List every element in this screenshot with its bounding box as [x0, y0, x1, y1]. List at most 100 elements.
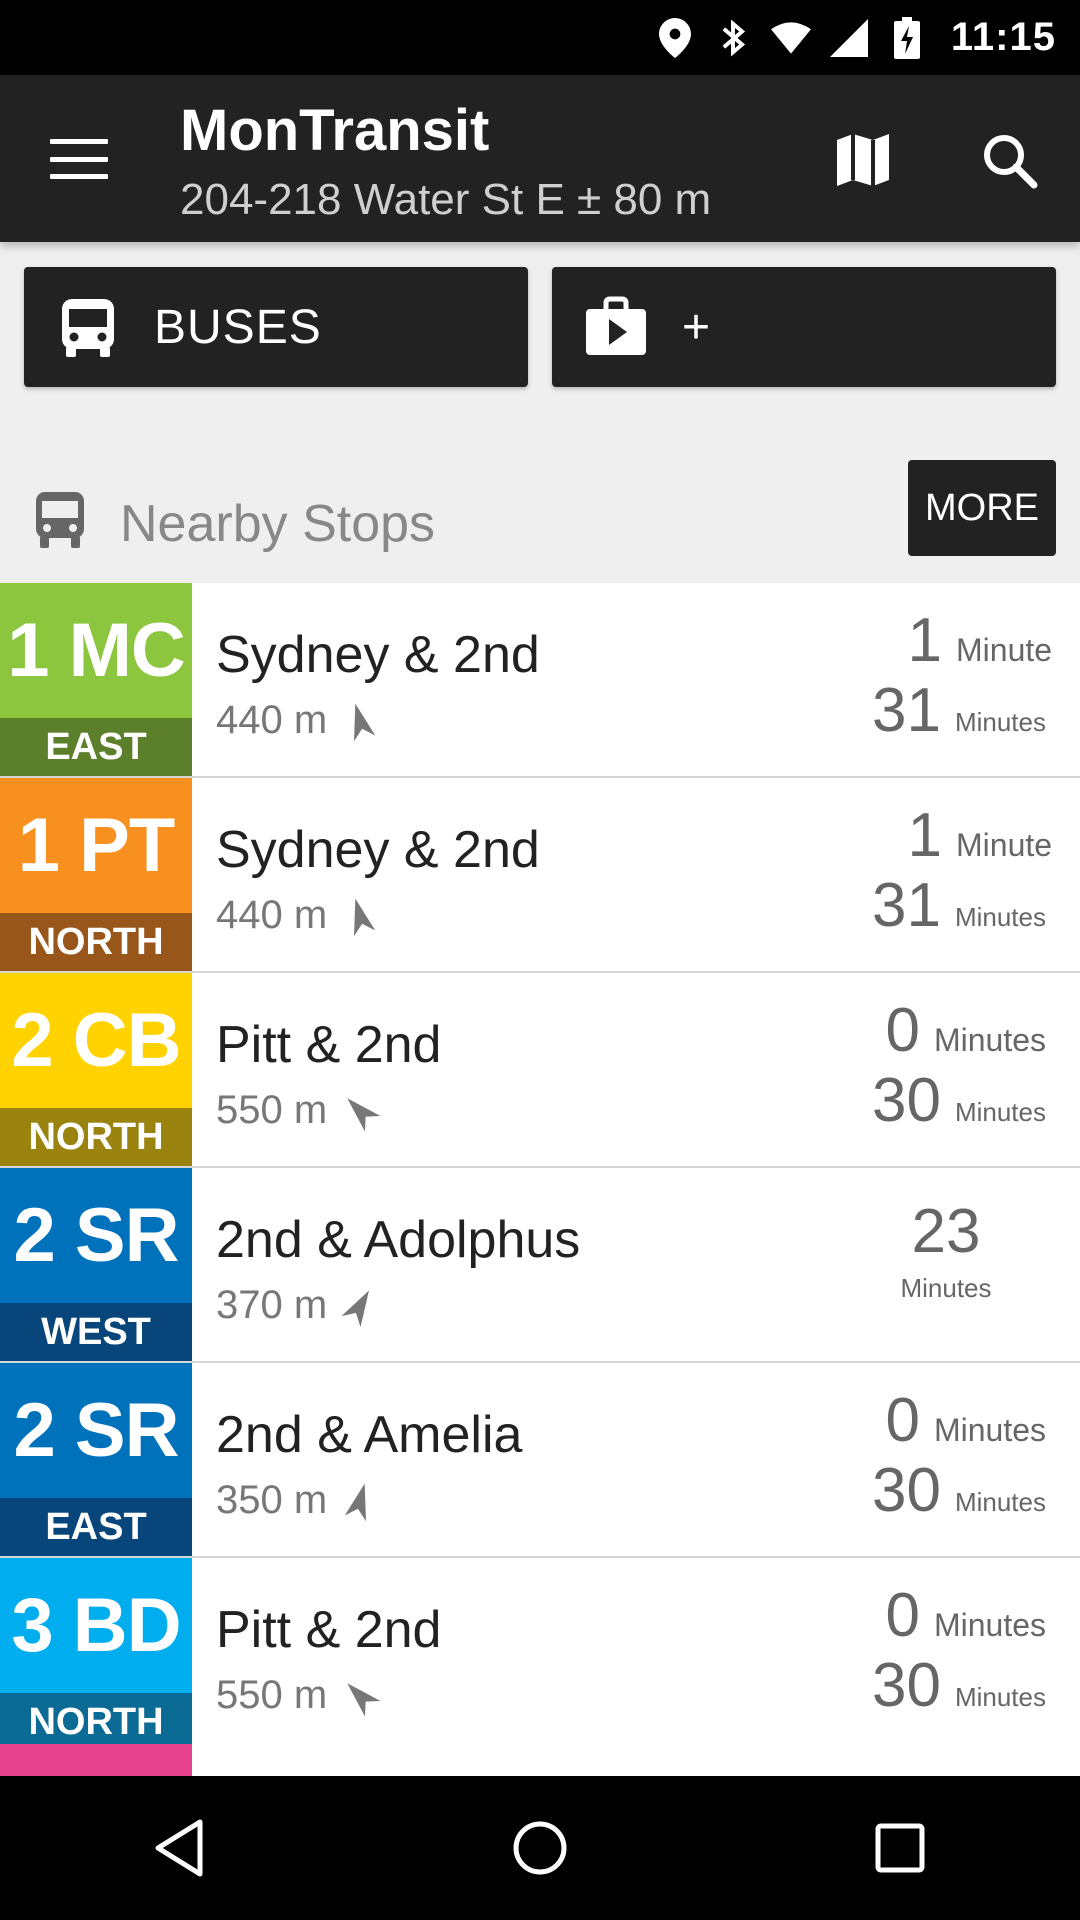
route-badge: 2 SR EAST	[0, 1363, 192, 1556]
menu-button[interactable]	[44, 131, 114, 187]
recents-icon[interactable]	[864, 1812, 936, 1884]
search-icon	[984, 135, 1038, 189]
add-agency-button[interactable]: +	[552, 267, 1056, 387]
partial-list-item[interactable]	[192, 1744, 1080, 1776]
time-value: 30	[871, 1066, 941, 1135]
route-direction: WEST	[0, 1303, 192, 1361]
stop-name: Pitt & 2nd	[216, 1016, 442, 1074]
agency-label: BUSES	[154, 300, 322, 354]
time-unit: Minutes	[954, 707, 1046, 737]
route-short-name: 2 SR	[0, 1168, 192, 1303]
arrival-times: 1 Minute 31 Minutes	[846, 583, 1053, 776]
list-item[interactable]: 2 SR WEST 2nd & Adolphus 370 m 23 Minute…	[0, 1168, 1080, 1363]
time-value: 31	[871, 871, 941, 940]
route-badge: 2 CB NORTH	[0, 973, 192, 1166]
route-direction: EAST	[0, 718, 192, 776]
time-value: 1	[907, 606, 942, 675]
partial-route-badge[interactable]	[0, 1744, 192, 1776]
agency-buttons: BUSES +	[24, 267, 1056, 387]
time-unit: Minutes	[954, 1097, 1046, 1127]
time-unit: Minutes	[933, 1022, 1046, 1058]
route-direction: EAST	[0, 1498, 192, 1556]
route-short-name: 3 BD	[0, 1558, 192, 1693]
compass-arrow-icon	[354, 703, 376, 741]
arrival-times: 0 Minutes 30 Minutes	[846, 1363, 1046, 1556]
route-short-name: 1 MC	[0, 583, 192, 718]
route-badge: 3 BD NORTH	[0, 1558, 192, 1751]
battery-charging-icon	[887, 16, 927, 59]
wifi-icon	[770, 18, 811, 58]
list-item[interactable]: 1 PT NORTH Sydney & 2nd 440 m 1 Minute 31…	[0, 778, 1080, 973]
route-short-name: 1 PT	[0, 778, 192, 913]
nearby-stops-list: 1 MC EAST Sydney & 2nd 440 m 1 Minute 31 M…	[0, 583, 1080, 1753]
stop-distance: 440 m	[216, 893, 376, 938]
stop-name: 2nd & Adolphus	[216, 1211, 581, 1269]
map-button[interactable]	[826, 127, 900, 193]
distance-value: 550 m	[216, 1673, 328, 1717]
home-icon[interactable]	[504, 1812, 576, 1884]
route-direction: NORTH	[0, 1693, 192, 1751]
agency-label: +	[682, 300, 712, 354]
stop-name: Sydney & 2nd	[216, 821, 540, 879]
app-title: MonTransit	[180, 98, 490, 163]
route-direction: NORTH	[0, 913, 192, 971]
stop-name: Pitt & 2nd	[216, 1601, 442, 1659]
time-value: 30	[871, 1651, 941, 1720]
nearby-stops-header: Nearby Stops MORE	[0, 460, 1080, 583]
list-item[interactable]: 2 SR EAST 2nd & Amelia 350 m 0 Minutes 30…	[0, 1363, 1080, 1558]
time-unit: Minute	[956, 827, 1053, 863]
compass-arrow-icon	[341, 1289, 370, 1327]
time-value: 30	[871, 1456, 941, 1525]
search-button[interactable]	[974, 127, 1046, 197]
bus-icon	[36, 492, 84, 548]
location-icon	[655, 17, 695, 58]
app-bar: MonTransit 204-218 Water St E ± 80 m	[0, 75, 1080, 242]
list-item[interactable]: 3 BD NORTH Pitt & 2nd 550 m 0 Minutes 30 M…	[0, 1558, 1080, 1753]
route-badge: 1 PT NORTH	[0, 778, 192, 971]
time-value: 31	[871, 676, 941, 745]
hamburger-line	[50, 156, 108, 162]
more-button[interactable]: MORE	[908, 460, 1056, 556]
list-item[interactable]: 2 CB NORTH Pitt & 2nd 550 m 0 Minutes 30 M…	[0, 973, 1080, 1168]
bus-icon	[62, 299, 114, 357]
stop-distance: 550 m	[216, 1088, 381, 1133]
store-icon	[586, 296, 646, 355]
back-icon[interactable]	[144, 1812, 216, 1884]
hamburger-line	[50, 139, 108, 144]
stop-distance: 440 m	[216, 698, 376, 743]
route-badge: 2 SR WEST	[0, 1168, 192, 1361]
map-icon	[837, 134, 889, 186]
route-direction: NORTH	[0, 1108, 192, 1166]
stop-name: Sydney & 2nd	[216, 626, 540, 684]
time-unit: Minutes	[954, 902, 1046, 932]
clock: 11:15	[950, 15, 1056, 59]
distance-value: 350 m	[216, 1478, 328, 1522]
time-unit: Minutes	[954, 1682, 1046, 1712]
time-unit: Minutes	[954, 1487, 1046, 1517]
time-value: 0	[885, 996, 920, 1065]
time-unit: Minutes	[933, 1607, 1046, 1643]
time-value: 0	[885, 1386, 920, 1455]
buses-agency-button[interactable]: BUSES	[24, 267, 528, 387]
route-short-name: 2 CB	[0, 973, 192, 1108]
compass-arrow-icon	[344, 1483, 367, 1521]
compass-arrow-icon	[354, 898, 376, 936]
distance-value: 550 m	[216, 1088, 328, 1132]
location-subtitle: 204-218 Water St E ± 80 m	[180, 175, 712, 224]
stop-distance: 550 m	[216, 1673, 381, 1718]
time-unit: Minutes	[900, 1273, 992, 1303]
arrival-times: 0 Minutes 30 Minutes	[846, 973, 1046, 1166]
time-unit: Minutes	[933, 1412, 1046, 1448]
distance-value: 440 m	[216, 893, 328, 937]
arrival-times: 1 Minute 31 Minutes	[846, 778, 1053, 971]
time-unit: Minute	[956, 632, 1053, 668]
route-badge: 1 MC EAST	[0, 583, 192, 776]
list-item[interactable]: 1 MC EAST Sydney & 2nd 440 m 1 Minute 31 M…	[0, 583, 1080, 778]
bluetooth-icon	[713, 18, 753, 58]
arrival-times: 0 Minutes 30 Minutes	[846, 1558, 1046, 1751]
time-value: 23	[911, 1197, 981, 1266]
section-title: Nearby Stops	[120, 495, 436, 553]
compass-arrow-icon	[347, 1097, 381, 1132]
stop-name: 2nd & Amelia	[216, 1406, 523, 1464]
distance-value: 370 m	[216, 1283, 328, 1327]
